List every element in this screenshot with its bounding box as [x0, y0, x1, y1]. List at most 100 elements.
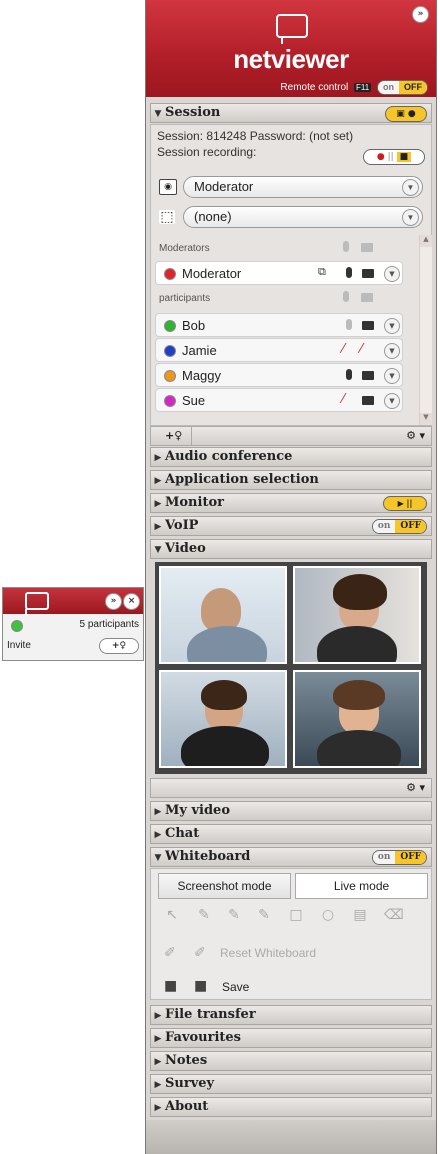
section-chat[interactable]: ▶ Chat	[150, 824, 432, 844]
chevron-down-icon[interactable]: ▼	[384, 368, 400, 384]
video-tile-4[interactable]	[293, 670, 421, 768]
scroll-down-icon[interactable]: ▼	[420, 413, 432, 425]
video-tile-1[interactable]	[159, 566, 287, 664]
section-my-video[interactable]: ▶ My video	[150, 801, 432, 821]
camera-off-icon[interactable]: ⁄	[360, 343, 374, 357]
toggle-on[interactable]: on	[372, 520, 396, 533]
section-about[interactable]: ▶ About	[150, 1097, 432, 1117]
video-tile-3[interactable]	[159, 670, 287, 768]
text-tool-icon[interactable]: ▤	[352, 907, 368, 923]
save-disk-icon[interactable]: ■	[164, 978, 177, 994]
remote-control-toggle[interactable]: on OFF	[377, 80, 428, 95]
status-dot-icon	[11, 620, 23, 632]
expand-icon[interactable]: »	[105, 593, 122, 610]
ellipse-tool-icon[interactable]: ○	[320, 907, 336, 923]
reset-whiteboard-button[interactable]: Reset Whiteboard	[220, 946, 316, 960]
mic-icon[interactable]	[346, 267, 352, 278]
mic-icon[interactable]	[346, 369, 352, 380]
section-title: Whiteboard	[165, 849, 251, 864]
collapsed-arrow-icon: ▶	[154, 830, 162, 840]
section-notes[interactable]: ▶ Notes	[150, 1051, 432, 1071]
settings-gear-icon[interactable]: ⚙ ▾	[406, 781, 425, 794]
section-survey[interactable]: ▶ Survey	[150, 1074, 432, 1094]
monitor-play-pause[interactable]: ▶ ||	[383, 496, 427, 511]
toggle-on[interactable]: on	[372, 851, 396, 864]
voip-toggle[interactable]: on OFF	[371, 519, 427, 534]
section-application-selection[interactable]: ▶ Application selection	[150, 470, 432, 490]
participant-row-bob[interactable]: Bob ▼	[155, 313, 403, 337]
section-session[interactable]: ▼ Session ▣ ●	[150, 103, 432, 123]
chevron-down-icon: ▼	[402, 209, 419, 226]
section-voip[interactable]: ▶ VoIP on OFF	[150, 516, 432, 536]
participant-row-moderator[interactable]: Moderator ⧉ ▼	[155, 261, 403, 285]
participant-row-maggy[interactable]: Maggy ▼	[155, 363, 403, 387]
chevron-down-icon[interactable]: ▼	[384, 318, 400, 334]
section-monitor[interactable]: ▶ Monitor ▶ ||	[150, 493, 432, 513]
camera-icon	[361, 293, 373, 302]
camera-icon[interactable]	[362, 396, 374, 405]
participant-row-jamie[interactable]: Jamie ⁄ ⁄ ▼	[155, 338, 403, 362]
eraser-tool-icon[interactable]: ⌫	[384, 907, 404, 923]
mini-widget: » × 5 participants Invite +♀	[2, 587, 144, 661]
toggle-off[interactable]: OFF	[395, 851, 426, 864]
video-tile-2[interactable]	[293, 566, 421, 664]
recording-controls[interactable]: ● || ■	[363, 149, 425, 165]
section-favourites[interactable]: ▶ Favourites	[150, 1028, 432, 1048]
toggle-off[interactable]: OFF	[395, 520, 426, 533]
close-icon[interactable]: ×	[123, 593, 140, 610]
participant-video-image	[333, 574, 387, 610]
section-audio-conference[interactable]: ▶ Audio conference	[150, 447, 432, 467]
toggle-off[interactable]: OFF	[399, 81, 427, 94]
expanded-arrow-icon: ▼	[154, 853, 162, 863]
section-whiteboard[interactable]: ▼ Whiteboard on OFF	[150, 847, 432, 867]
chevron-down-icon[interactable]: ▼	[384, 343, 400, 359]
participant-video-image	[333, 680, 385, 710]
camera-icon[interactable]	[362, 269, 374, 278]
chevron-down-icon[interactable]: ▼	[384, 266, 400, 282]
view-select[interactable]: (none) ▼	[183, 206, 423, 228]
role-select[interactable]: Moderator ▼	[183, 176, 423, 198]
section-title: Notes	[165, 1053, 208, 1068]
camera-icon[interactable]	[362, 321, 374, 330]
collapse-icon[interactable]: »	[412, 6, 429, 23]
mic-icon[interactable]	[346, 319, 352, 330]
chevron-down-icon[interactable]: ▼	[384, 393, 400, 409]
remote-control-row: Remote control F11 on OFF	[280, 80, 428, 95]
participant-name: Moderator	[182, 266, 242, 281]
pen-tool-icon[interactable]: ✎	[196, 907, 212, 923]
save-button[interactable]: Save	[222, 980, 249, 994]
save-as-disk-icon[interactable]: ■	[194, 978, 207, 994]
section-file-transfer[interactable]: ▶ File transfer	[150, 1005, 432, 1025]
reset-icon[interactable]: ✐	[194, 945, 206, 961]
group-moderators: Moderators	[159, 243, 210, 254]
section-video[interactable]: ▼ Video	[150, 539, 432, 559]
mic-muted-icon[interactable]: ⁄	[342, 343, 356, 357]
camera-icon[interactable]	[362, 371, 374, 380]
settings-gear-icon[interactable]: ⚙ ▾	[406, 429, 425, 442]
section-title: VoIP	[165, 518, 199, 533]
mic-muted-icon[interactable]: ⁄	[342, 393, 356, 407]
pointer-tool-icon[interactable]: ↖	[164, 907, 180, 923]
add-participant-button[interactable]: +♀	[165, 429, 182, 442]
clear-icon[interactable]: ✐	[164, 945, 176, 961]
screenshot-mode-tab[interactable]: Screenshot mode	[158, 873, 291, 899]
participant-row-sue[interactable]: Sue ⁄ ▼	[155, 388, 403, 412]
invite-button[interactable]: +♀	[99, 638, 139, 654]
toggle-on[interactable]: on	[378, 81, 399, 94]
panel-bottom	[146, 1120, 436, 1154]
rectangle-tool-icon[interactable]: □	[288, 907, 304, 923]
participant-scrollbar[interactable]: ▲ ▼	[419, 235, 432, 425]
status-dot-icon	[164, 395, 176, 407]
live-mode-tab[interactable]: Live mode	[295, 873, 428, 899]
video-grid	[155, 562, 427, 774]
whiteboard-toggle[interactable]: on OFF	[371, 850, 427, 865]
scroll-up-icon[interactable]: ▲	[420, 235, 432, 247]
marker-tool-icon[interactable]: ✎	[226, 907, 242, 923]
collapsed-arrow-icon: ▶	[154, 522, 162, 532]
participant-video-image	[181, 726, 269, 766]
highlighter-tool-icon[interactable]: ✎	[256, 907, 272, 923]
remote-control-label: Remote control	[280, 82, 349, 94]
mic-icon	[343, 241, 349, 252]
session-record-toggle[interactable]: ▣ ●	[385, 106, 427, 122]
participant-video-image	[201, 680, 247, 710]
